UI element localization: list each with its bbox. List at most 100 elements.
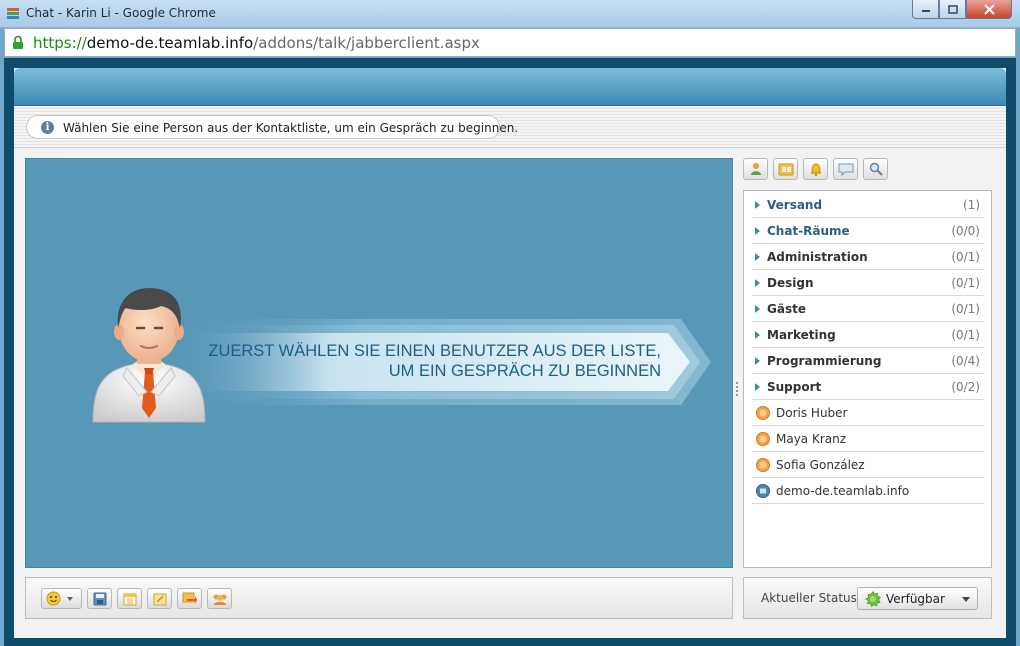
- group-row-versand[interactable]: Versand (1): [752, 192, 984, 218]
- group-name: Design: [767, 276, 814, 290]
- search-icon: [869, 162, 883, 176]
- group-name: Support: [767, 380, 822, 394]
- save-history-button[interactable]: [87, 588, 112, 609]
- contact-row[interactable]: Doris Huber: [752, 400, 984, 426]
- expand-arrow-icon: [755, 331, 760, 339]
- expand-arrow-icon: [755, 227, 760, 235]
- expand-arrow-icon: [755, 279, 760, 287]
- group-count: (0/0): [951, 224, 980, 238]
- panel-splitter-handle[interactable]: [736, 381, 740, 399]
- message-toolbar: [25, 577, 733, 619]
- page-frame: i Wählen Sie eine Person aus der Kontakt…: [4, 58, 1016, 646]
- group-count: (1): [963, 198, 980, 212]
- calendar-icon: [123, 593, 136, 605]
- server-status-icon: [756, 484, 770, 498]
- window-title: Chat - Karin Li - Google Chrome: [26, 6, 216, 20]
- group-count: (0/1): [951, 328, 980, 342]
- info-text: Wählen Sie eine Person aus der Kontaktli…: [63, 121, 519, 135]
- url-path: /addons/talk/jabberclient.aspx: [253, 34, 480, 52]
- close-icon: [983, 3, 995, 15]
- lock-icon: [13, 35, 23, 49]
- group-name: Versand: [767, 198, 823, 212]
- group-row-chat-raeume[interactable]: Chat-Räume (0/0): [752, 218, 984, 244]
- group-chat-button[interactable]: [207, 588, 232, 609]
- notification-bell-icon: [810, 163, 821, 176]
- maximize-icon: [947, 4, 958, 14]
- expand-arrow-icon: [755, 253, 760, 261]
- emoticon-button[interactable]: [41, 588, 82, 609]
- edit-note-icon: [153, 593, 166, 605]
- contact-row[interactable]: Maya Kranz: [752, 426, 984, 452]
- send-file-icon: [182, 592, 197, 604]
- send-file-button[interactable]: [177, 588, 202, 609]
- status-panel: Aktueller Status: Verfügbar: [743, 577, 992, 619]
- chevron-down-icon: [67, 596, 73, 601]
- contact-row[interactable]: demo-de.teamlab.info: [752, 478, 984, 504]
- group-name: Programmierung: [767, 354, 882, 368]
- group-count: (0/1): [951, 302, 980, 316]
- notifications-button[interactable]: [803, 158, 828, 180]
- calendar-button[interactable]: [117, 588, 142, 609]
- minimize-icon: [921, 10, 930, 12]
- group-folder-button[interactable]: [773, 158, 798, 180]
- url-text[interactable]: https://demo-de.teamlab.info/addons/talk…: [33, 34, 480, 52]
- expand-arrow-icon: [755, 383, 760, 391]
- contacts-toolbar: [743, 158, 888, 182]
- window-titlebar[interactable]: Chat - Karin Li - Google Chrome: [0, 0, 1020, 28]
- group-row-gaeste[interactable]: Gäste (0/1): [752, 296, 984, 322]
- edit-note-button[interactable]: [147, 588, 172, 609]
- info-message: i Wählen Sie eine Person aus der Kontakt…: [26, 115, 518, 139]
- contact-name: Maya Kranz: [776, 432, 847, 446]
- chevron-down-icon: [962, 597, 970, 602]
- contact-name: Sofia González: [776, 458, 865, 472]
- save-icon: [93, 592, 106, 605]
- status-value: Verfügbar: [886, 592, 945, 606]
- group-name: Marketing: [767, 328, 836, 342]
- group-name: Gäste: [767, 302, 806, 316]
- close-button[interactable]: [966, 0, 1012, 19]
- conversation-area: ZUERST WÄHLEN SIE EINEN BENUTZER AUS DER…: [25, 158, 733, 568]
- away-status-icon: [756, 458, 770, 472]
- contact-name: demo-de.teamlab.info: [776, 484, 910, 498]
- contact-list: Versand (1) Chat-Räume (0/0) Administratio…: [743, 190, 992, 568]
- add-contact-icon: [750, 163, 761, 175]
- info-icon: i: [41, 121, 54, 134]
- group-chat-icon: [213, 594, 226, 605]
- minimize-button[interactable]: [912, 0, 939, 19]
- smiley-icon: [46, 591, 61, 606]
- maximize-button[interactable]: [939, 0, 966, 19]
- group-row-marketing[interactable]: Marketing (0/1): [752, 322, 984, 348]
- message-history-icon: [838, 163, 853, 176]
- message-history-button[interactable]: [833, 158, 858, 180]
- expand-arrow-icon: [755, 357, 760, 365]
- banner-line-2: UM EIN GESPRÄCH ZU BEGINNEN: [388, 362, 661, 380]
- url-scheme: https://: [33, 34, 87, 52]
- app-header: [14, 68, 1006, 106]
- contact-name: Doris Huber: [776, 406, 848, 420]
- banner-line-1: ZUERST WÄHLEN SIE EINEN BENUTZER AUS DER…: [208, 342, 661, 360]
- group-name: Administration: [767, 250, 868, 264]
- group-row-support[interactable]: Support (0/2): [752, 374, 984, 400]
- group-row-design[interactable]: Design (0/1): [752, 270, 984, 296]
- info-strip: i Wählen Sie eine Person aus der Kontakt…: [14, 106, 1006, 148]
- contact-row[interactable]: Sofia González: [752, 452, 984, 478]
- status-label: Aktueller Status:: [761, 591, 861, 605]
- address-bar[interactable]: https://demo-de.teamlab.info/addons/talk…: [4, 28, 1016, 57]
- url-host: demo-de.teamlab.info: [86, 34, 254, 52]
- group-name: Chat-Räume: [767, 224, 850, 238]
- add-contact-button[interactable]: [743, 158, 768, 180]
- search-button[interactable]: [863, 158, 888, 180]
- group-row-programmierung[interactable]: Programmierung (0/4): [752, 348, 984, 374]
- away-status-icon: [756, 406, 770, 420]
- group-count: (0/1): [951, 276, 980, 290]
- banner-text: ZUERST WÄHLEN SIE EINEN BENUTZER AUS DER…: [176, 341, 661, 381]
- group-row-administration[interactable]: Administration (0/1): [752, 244, 984, 270]
- group-folder-icon: [778, 163, 793, 176]
- group-count: (0/4): [951, 354, 980, 368]
- group-count: (0/2): [951, 380, 980, 394]
- expand-arrow-icon: [755, 201, 760, 209]
- window-controls: [912, 0, 1012, 20]
- chat-app: i Wählen Sie eine Person aus der Kontakt…: [14, 68, 1006, 638]
- app-icon: [7, 8, 19, 19]
- status-dropdown[interactable]: Verfügbar: [857, 587, 978, 610]
